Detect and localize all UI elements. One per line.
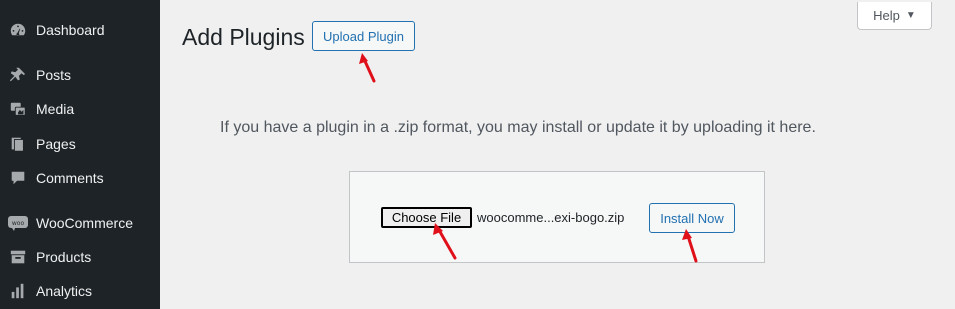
sidebar-item-label: Comments [36, 170, 104, 186]
pages-icon [8, 134, 28, 154]
help-button[interactable]: Help ▼ [857, 2, 932, 30]
sidebar-item-label: Analytics [36, 283, 93, 299]
sidebar-item-label: Posts [36, 67, 72, 83]
sidebar-item-products[interactable]: Products [0, 240, 160, 274]
annotation-arrow-icon [433, 223, 457, 260]
annotation-arrow-icon [359, 53, 376, 83]
sidebar-item-label: WooCommerce [36, 215, 133, 231]
sidebar-item-media[interactable]: Media [0, 92, 160, 126]
sidebar-item-woocommerce[interactable]: woo WooCommerce [0, 206, 160, 240]
woo-icon: woo [8, 213, 28, 233]
sidebar-item-pages[interactable]: Pages [0, 127, 160, 161]
media-icon [8, 99, 28, 119]
sidebar-item-posts[interactable]: Posts [0, 58, 160, 92]
sidebar-item-label: Products [36, 249, 92, 265]
help-label: Help [873, 8, 900, 23]
svg-text:woo: woo [12, 220, 25, 227]
sidebar-item-dashboard[interactable]: Dashboard [0, 13, 160, 47]
sidebar-item-label: Media [36, 101, 75, 117]
admin-sidebar: Dashboard Posts Media Pages Comments woo… [0, 0, 160, 309]
selected-file-name: woocomme...exi-bogo.zip [477, 210, 625, 225]
sidebar-item-label: Dashboard [36, 22, 105, 38]
bar-chart-icon [8, 281, 28, 301]
dashboard-icon [8, 20, 28, 40]
comment-icon [8, 168, 28, 188]
sidebar-item-label: Pages [36, 136, 76, 152]
page-title: Add Plugins [182, 24, 305, 50]
sidebar-item-comments[interactable]: Comments [0, 161, 160, 195]
pin-icon [8, 65, 28, 85]
upload-description: If you have a plugin in a .zip format, y… [220, 119, 816, 136]
sidebar-item-analytics[interactable]: Analytics [0, 274, 160, 308]
annotation-arrow-icon [682, 229, 698, 263]
archive-icon [8, 247, 28, 267]
main-content: Add Plugins Upload Plugin Help ▼ If you … [160, 0, 955, 309]
upload-plugin-button[interactable]: Upload Plugin [312, 21, 415, 51]
caret-down-icon: ▼ [905, 10, 916, 21]
